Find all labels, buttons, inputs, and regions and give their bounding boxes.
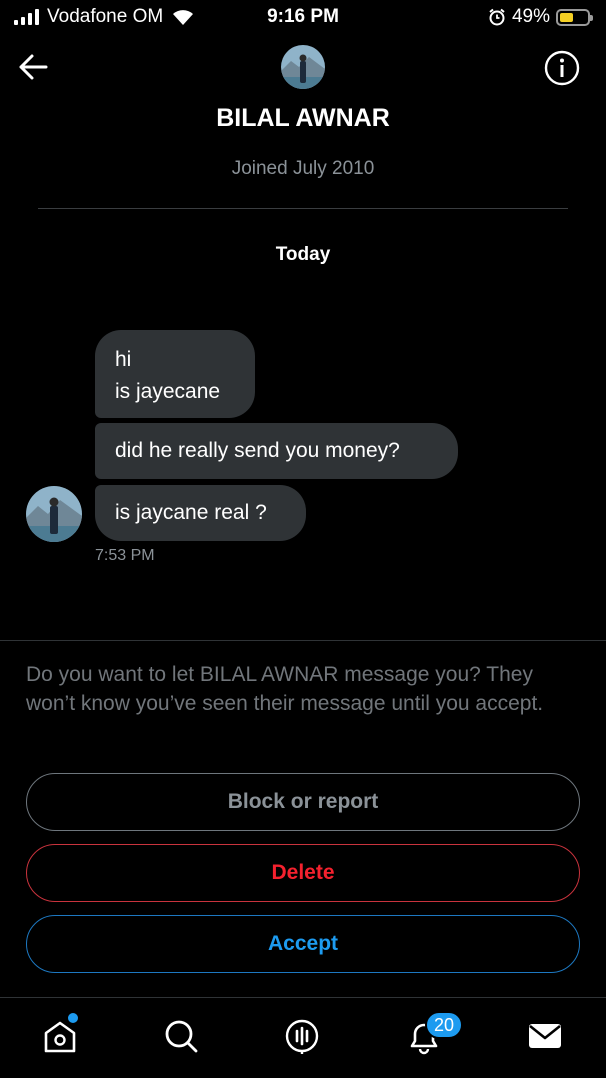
day-label: Today xyxy=(275,244,331,265)
accept-button[interactable]: Accept xyxy=(26,915,580,973)
arrow-left-icon xyxy=(19,54,48,80)
message-line: is jayecane xyxy=(115,380,221,403)
request-divider xyxy=(0,640,606,641)
tab-spaces[interactable] xyxy=(282,1016,322,1056)
battery-icon xyxy=(556,8,593,26)
header-divider xyxy=(38,208,568,209)
block-or-report-button[interactable]: Block or report xyxy=(26,773,580,831)
dm-request-screen: Vodafone OM 9:16 PM 49% BILAL AWNAR Join… xyxy=(0,0,606,1078)
header-avatar[interactable] xyxy=(281,45,325,89)
info-button[interactable] xyxy=(544,50,580,86)
tab-search[interactable] xyxy=(161,1016,201,1056)
message-bubble[interactable]: hi is jayecane xyxy=(95,330,255,418)
request-prompt: Do you want to let BILAL AWNAR message y… xyxy=(26,663,544,715)
conversation-title: BILAL AWNAR xyxy=(216,104,390,132)
tab-messages[interactable] xyxy=(525,1016,565,1056)
message-timestamp: 7:53 PM xyxy=(95,547,155,564)
back-button[interactable] xyxy=(16,50,50,84)
message-bubble[interactable]: is jaycane real ? xyxy=(95,485,306,541)
delete-button[interactable]: Delete xyxy=(26,844,580,902)
notifications-badge: 20 xyxy=(425,1011,463,1039)
joined-date: Joined July 2010 xyxy=(231,158,375,179)
message-line: is jaycane real ? xyxy=(115,501,267,524)
messages-icon xyxy=(529,1024,561,1048)
alarm-icon xyxy=(489,8,505,26)
status-bar: Vodafone OM 9:16 PM 49% xyxy=(0,0,606,34)
spaces-icon xyxy=(285,1019,319,1054)
status-right: 49% xyxy=(488,6,593,28)
tab-bar-divider xyxy=(0,997,606,998)
message-line: hi xyxy=(115,348,132,371)
avatar-image xyxy=(281,45,325,89)
search-icon xyxy=(165,1020,198,1053)
info-icon xyxy=(544,50,580,86)
message-bubble[interactable]: did he really send you money? xyxy=(95,423,458,479)
battery-percent: 49% xyxy=(511,6,550,27)
battery-fill xyxy=(560,12,573,22)
avatar-image xyxy=(26,486,82,542)
home-unread-dot xyxy=(68,1013,78,1023)
sender-avatar[interactable] xyxy=(26,486,82,542)
message-line: did he really send you money? xyxy=(115,439,400,462)
